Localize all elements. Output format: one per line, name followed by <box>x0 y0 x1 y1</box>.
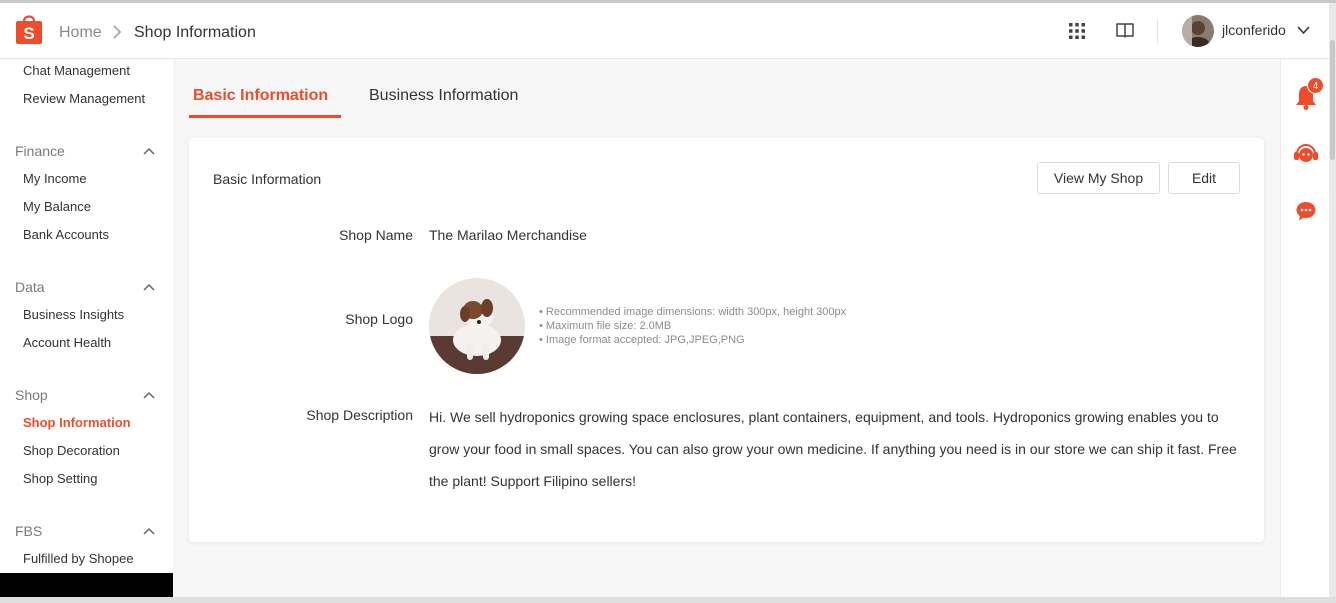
apps-grid-icon[interactable] <box>1069 23 1085 39</box>
scrollbar-thumb[interactable] <box>1330 40 1335 160</box>
sidebar-item-shop-information[interactable]: Shop Information <box>23 415 131 430</box>
sidebar-group-data[interactable]: Data <box>15 279 45 295</box>
sidebar-item-review-management[interactable]: Review Management <box>23 91 145 106</box>
sidebar-item-chat-management[interactable]: Chat Management <box>23 63 130 78</box>
book-icon[interactable] <box>1116 21 1134 39</box>
sidebar-item-my-income[interactable]: My Income <box>23 171 87 186</box>
view-my-shop-button[interactable]: View My Shop <box>1037 162 1160 194</box>
breadcrumb-current: Shop Information <box>134 24 256 41</box>
chevron-up-icon[interactable] <box>143 391 155 399</box>
logo-hint-file-size: Maximum file size: 2.0MB <box>539 319 846 333</box>
sidebar-item-shop-decoration[interactable]: Shop Decoration <box>23 443 120 458</box>
svg-text:S: S <box>23 24 34 43</box>
tab-basic-information[interactable]: Basic Information <box>193 87 328 105</box>
avatar[interactable] <box>1182 15 1214 47</box>
shop-logo-image <box>429 278 525 374</box>
chevron-down-icon[interactable] <box>1297 25 1310 35</box>
shop-description-value: Hi. We sell hydroponics growing space en… <box>429 409 1237 489</box>
basic-information-card: Basic Information View My Shop Edit Shop… <box>189 138 1264 542</box>
sidebar-group-finance[interactable]: Finance <box>15 143 65 159</box>
card-title: Basic Information <box>213 171 322 187</box>
sidebar-item-business-insights[interactable]: Business Insights <box>23 307 124 322</box>
shop-name-label: Shop Name <box>339 227 413 243</box>
right-quick-bar: 4 <box>1280 60 1329 597</box>
shopee-logo-icon[interactable]: S <box>15 13 43 45</box>
tab-business-information[interactable]: Business Information <box>369 87 518 105</box>
username[interactable]: jlconferido <box>1222 22 1286 38</box>
chat-bubble-icon[interactable] <box>1295 200 1317 222</box>
logo-requirements-list: Recommended image dimensions: width 300p… <box>539 305 846 347</box>
chevron-up-icon[interactable] <box>143 147 155 155</box>
header-divider <box>1157 19 1158 43</box>
support-agent-icon[interactable] <box>1293 142 1319 166</box>
bottom-strip <box>0 597 1336 603</box>
chevron-right-icon <box>113 25 122 39</box>
sidebar: Chat Management Review Management Financ… <box>0 60 173 573</box>
sidebar-item-bank-accounts[interactable]: Bank Accounts <box>23 227 109 242</box>
shop-logo-label: Shop Logo <box>345 311 413 327</box>
sidebar-item-fulfilled-by-shopee[interactable]: Fulfilled by Shopee <box>23 551 134 566</box>
shop-name-value: The Marilao Merchandise <box>429 227 587 243</box>
breadcrumb-home[interactable]: Home <box>59 24 102 42</box>
sidebar-group-fbs[interactable]: FBS <box>15 523 42 539</box>
notification-badge: 4 <box>1307 77 1324 94</box>
logo-hint-format: Image format accepted: JPG,JPEG,PNG <box>539 333 846 347</box>
sidebar-item-shop-setting[interactable]: Shop Setting <box>23 471 97 486</box>
sidebar-item-my-balance[interactable]: My Balance <box>23 199 91 214</box>
chevron-up-icon[interactable] <box>143 283 155 291</box>
active-tab-indicator <box>189 115 341 118</box>
sidebar-item-account-health[interactable]: Account Health <box>23 335 111 350</box>
shop-description-label: Shop Description <box>306 407 413 423</box>
top-header: S Home Shop Information jlconferido <box>0 3 1330 59</box>
sidebar-group-shop[interactable]: Shop <box>15 387 48 403</box>
logo-hint-dimensions: Recommended image dimensions: width 300p… <box>539 305 846 319</box>
chevron-up-icon[interactable] <box>143 527 155 535</box>
sidebar-footer-bar <box>0 573 173 597</box>
edit-button[interactable]: Edit <box>1168 162 1240 194</box>
